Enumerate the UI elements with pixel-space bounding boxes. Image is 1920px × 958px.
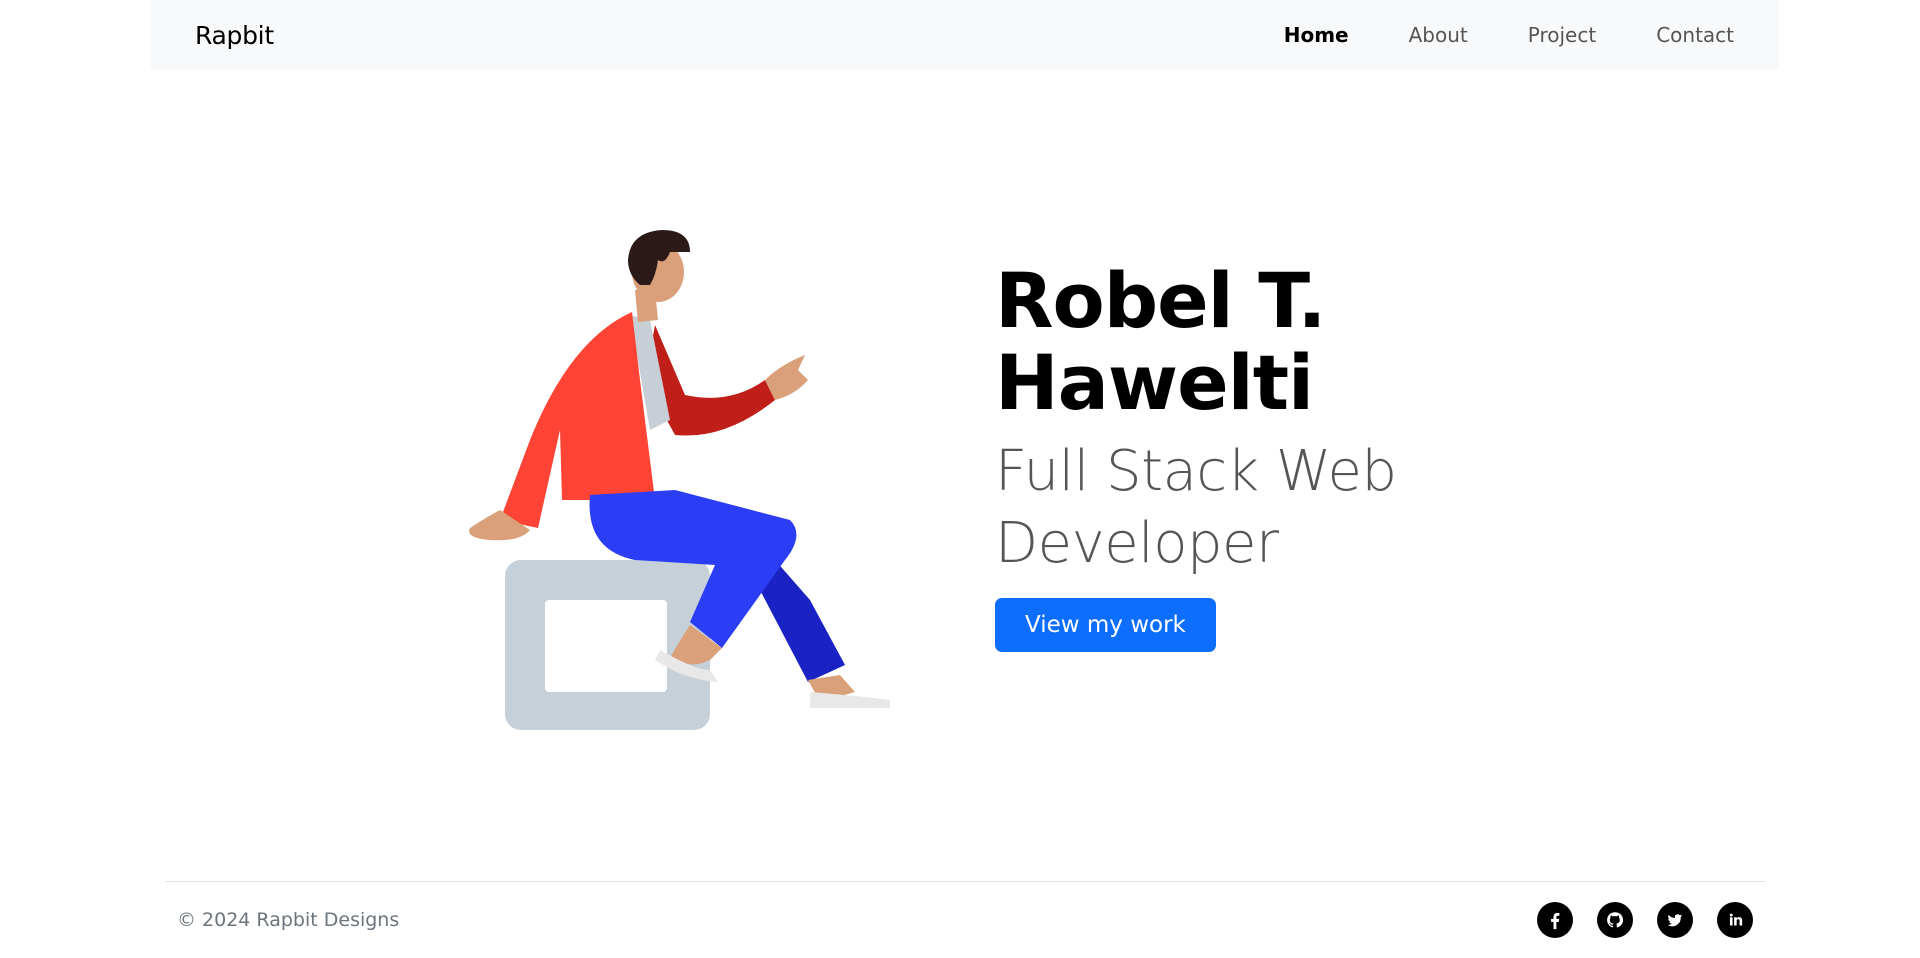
social-links	[1537, 902, 1753, 938]
footer: © 2024 Rapbit Designs	[165, 881, 1765, 958]
hero-section: Robel T. Hawelti Full Stack Web Develope…	[0, 70, 1920, 880]
navbar: Rapbit Home About Project Contact	[150, 0, 1779, 70]
hero-name-line1: Robel T.	[995, 256, 1326, 345]
nav-link-contact[interactable]: Contact	[1626, 23, 1734, 47]
hero-text: Robel T. Hawelti Full Stack Web Develope…	[995, 260, 1515, 652]
view-my-work-button[interactable]: View my work	[995, 598, 1216, 652]
nav-link-project[interactable]: Project	[1498, 23, 1626, 47]
brand-logo[interactable]: Rapbit	[195, 21, 274, 50]
hero-role-line2: Developer	[995, 511, 1279, 576]
hero-name-line2: Hawelti	[995, 338, 1314, 427]
facebook-icon[interactable]	[1537, 902, 1573, 938]
nav-links: Home About Project Contact	[1254, 23, 1734, 47]
hero-role-line1: Full Stack Web	[995, 439, 1397, 504]
nav-link-about[interactable]: About	[1379, 23, 1498, 47]
copyright-text: © 2024 Rapbit Designs	[177, 909, 400, 931]
hero-role: Full Stack Web Developer	[995, 436, 1515, 580]
linkedin-icon[interactable]	[1717, 902, 1753, 938]
hero-name: Robel T. Hawelti	[995, 260, 1515, 424]
twitter-icon[interactable]	[1657, 902, 1693, 938]
github-icon[interactable]	[1597, 902, 1633, 938]
hero-illustration	[460, 230, 910, 770]
nav-link-home[interactable]: Home	[1254, 23, 1379, 47]
